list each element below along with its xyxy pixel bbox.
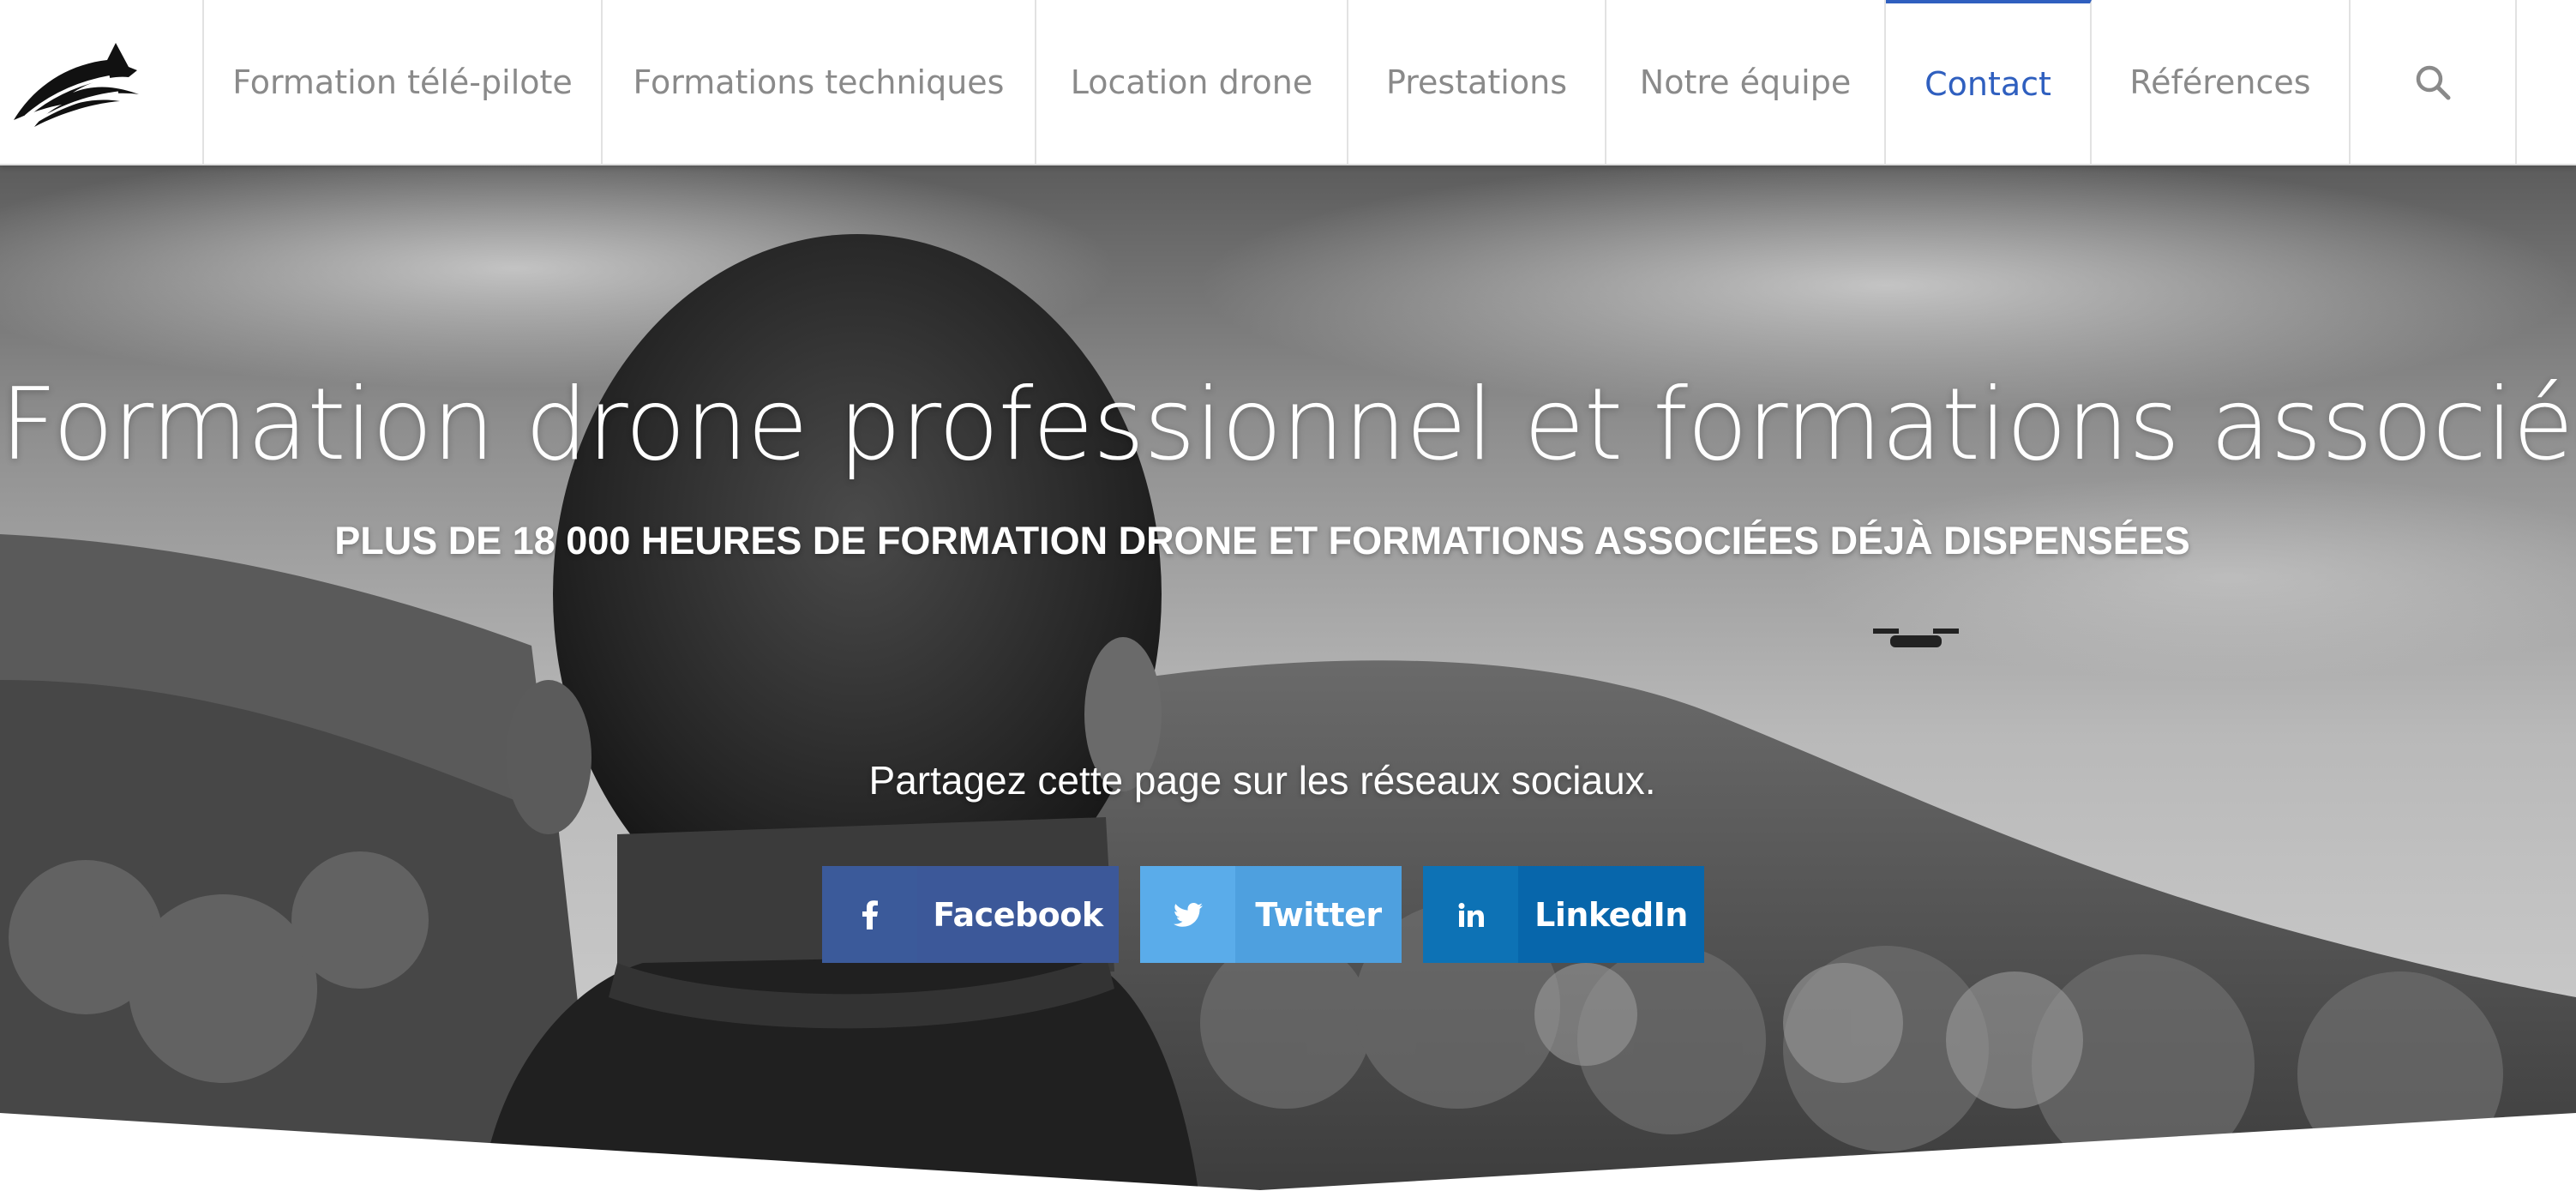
- share-linkedin-label: LinkedIn: [1518, 866, 1704, 963]
- nav-item-formation-tele-pilote[interactable]: Formation télé-pilote: [204, 0, 603, 164]
- nav-item-label: Formation télé-pilote: [232, 63, 573, 101]
- site-header: Formation télé-pilote Formations techniq…: [0, 0, 2576, 165]
- hero-background-image: [0, 165, 2576, 1203]
- nav-item-label: Références: [2129, 63, 2311, 101]
- search-button[interactable]: [2351, 0, 2517, 164]
- nav-item-formations-techniques[interactable]: Formations techniques: [603, 0, 1036, 164]
- linkedin-icon: [1423, 866, 1518, 963]
- nav-item-label: Notre équipe: [1639, 63, 1852, 101]
- share-linkedin-button[interactable]: LinkedIn: [1423, 866, 1704, 963]
- drone-wing-logo-icon: [14, 43, 139, 127]
- share-facebook-label: Facebook: [917, 866, 1119, 963]
- nav-item-label: Formations techniques: [633, 63, 1005, 101]
- nav-item-references[interactable]: Références: [2092, 0, 2351, 164]
- nav-item-label: Prestations: [1386, 63, 1567, 101]
- nav-item-notre-equipe[interactable]: Notre équipe: [1606, 0, 1886, 164]
- share-twitter-label: Twitter: [1235, 866, 1402, 963]
- nav-item-label: Contact: [1924, 64, 2051, 103]
- search-icon: [2416, 65, 2451, 99]
- twitter-icon: [1140, 866, 1235, 963]
- hero-bottom-divider: [0, 1113, 2576, 1203]
- nav-item-prestations[interactable]: Prestations: [1348, 0, 1606, 164]
- site-logo[interactable]: [0, 0, 204, 164]
- nav-item-location-drone[interactable]: Location drone: [1036, 0, 1348, 164]
- nav-item-contact[interactable]: Contact: [1886, 0, 2092, 164]
- share-facebook-button[interactable]: Facebook: [822, 866, 1119, 963]
- facebook-icon: [822, 866, 917, 963]
- share-twitter-button[interactable]: Twitter: [1140, 866, 1402, 963]
- share-prompt-text: Partagez cette page sur les réseaux soci…: [868, 758, 1656, 803]
- nav-item-label: Location drone: [1070, 63, 1313, 101]
- hero-subtitle: PLUS DE 18 000 HEURES DE FORMATION DRONE…: [334, 519, 2190, 562]
- hero-title: Formation drone professionnel et formati…: [0, 367, 2576, 483]
- hero-section: Formation drone professionnel et formati…: [0, 165, 2576, 1203]
